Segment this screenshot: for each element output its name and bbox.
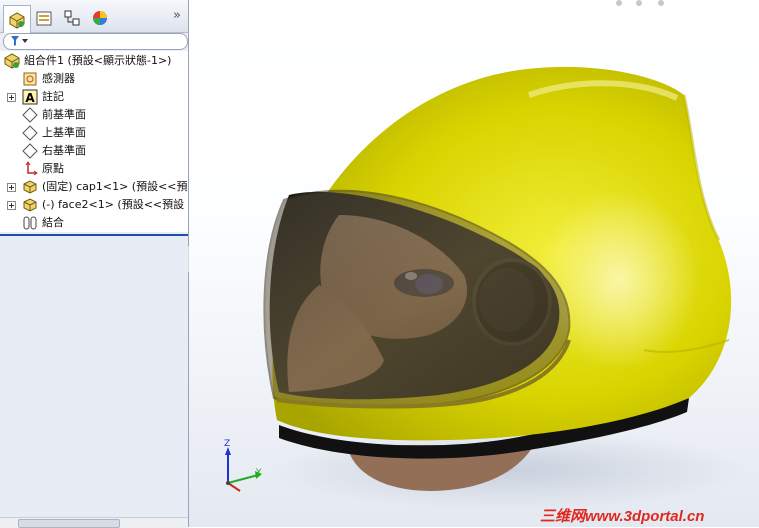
- tree-item-cap1[interactable]: (固定) cap1<1> (預設<<預: [0, 178, 188, 196]
- tree-item-origin[interactable]: 原點: [0, 160, 188, 178]
- tree-item-label: 結合: [42, 216, 64, 229]
- part-icon: [23, 198, 37, 212]
- feature-tree: 組合件1 (預設<顯示狀態-1>) 感測器 A 註記 前基準面 上基準面 右基準…: [0, 51, 188, 232]
- panel-empty-area: [0, 236, 188, 527]
- tree-item-mates[interactable]: 結合: [0, 214, 188, 232]
- property-manager-tab[interactable]: [31, 6, 57, 30]
- property-manager-icon: [36, 11, 52, 26]
- graphics-viewport[interactable]: Z Y: [189, 0, 759, 527]
- expand-icon[interactable]: [7, 201, 16, 210]
- sensor-icon: [23, 72, 37, 86]
- more-tabs-button[interactable]: »: [170, 8, 184, 24]
- plane-icon: [22, 143, 38, 159]
- tree-item-label: 組合件1 (預設<顯示狀態-1>): [24, 54, 172, 67]
- assembly-icon: [4, 53, 20, 69]
- feature-manager-tab[interactable]: [3, 5, 31, 33]
- tree-item-label: 註記: [42, 90, 64, 103]
- configuration-manager-tab[interactable]: [59, 6, 85, 30]
- tree-item-label: (-) face2<1> (預設<<預設: [42, 198, 185, 211]
- feature-manager-panel: » 組合件1 (預設<顯示狀態-1>) 感測器 A 註記 前基準面 上基準面 右…: [0, 0, 189, 528]
- watermark-text: 三维网www.3dportal.cn: [540, 508, 705, 525]
- feature-manager-tree-icon: [9, 11, 25, 29]
- tree-item-label: 前基準面: [42, 108, 86, 121]
- tree-item-front-plane[interactable]: 前基準面: [0, 106, 188, 124]
- tree-item-annotations[interactable]: A 註記: [0, 88, 188, 106]
- tree-item-assembly[interactable]: 組合件1 (預設<顯示狀態-1>): [0, 52, 188, 70]
- svg-text:A: A: [25, 91, 35, 105]
- mates-icon: [23, 216, 37, 230]
- tree-item-label: 感測器: [42, 72, 75, 85]
- tree-item-top-plane[interactable]: 上基準面: [0, 124, 188, 142]
- annotation-icon: A: [22, 89, 38, 105]
- tree-item-right-plane[interactable]: 右基準面: [0, 142, 188, 160]
- expand-icon[interactable]: [7, 183, 16, 192]
- filter-icon: [11, 36, 28, 46]
- tree-item-label: (固定) cap1<1> (預設<<預: [42, 180, 188, 193]
- helmet-model[interactable]: [189, 0, 759, 527]
- panel-tab-bar: »: [0, 0, 188, 33]
- origin-icon: [25, 161, 38, 176]
- horizontal-scrollbar[interactable]: [0, 517, 188, 528]
- display-manager-tab[interactable]: [87, 6, 113, 30]
- tree-item-label: 原點: [42, 162, 64, 175]
- viewport-top-hint: [616, 0, 664, 6]
- triad-z-label: Z: [224, 439, 231, 449]
- tree-filter-field[interactable]: [3, 33, 188, 50]
- tree-item-label: 右基準面: [42, 144, 86, 157]
- configuration-manager-icon: [64, 10, 80, 26]
- plane-icon: [22, 107, 38, 123]
- tree-item-sensors[interactable]: 感測器: [0, 70, 188, 88]
- part-icon: [23, 180, 37, 194]
- tree-item-label: 上基準面: [42, 126, 86, 139]
- triad-y-label: Y: [256, 468, 262, 478]
- expand-icon[interactable]: [7, 93, 16, 102]
- display-manager-icon: [93, 11, 107, 25]
- tree-item-face2[interactable]: (-) face2<1> (預設<<預設: [0, 196, 188, 214]
- plane-icon: [22, 125, 38, 141]
